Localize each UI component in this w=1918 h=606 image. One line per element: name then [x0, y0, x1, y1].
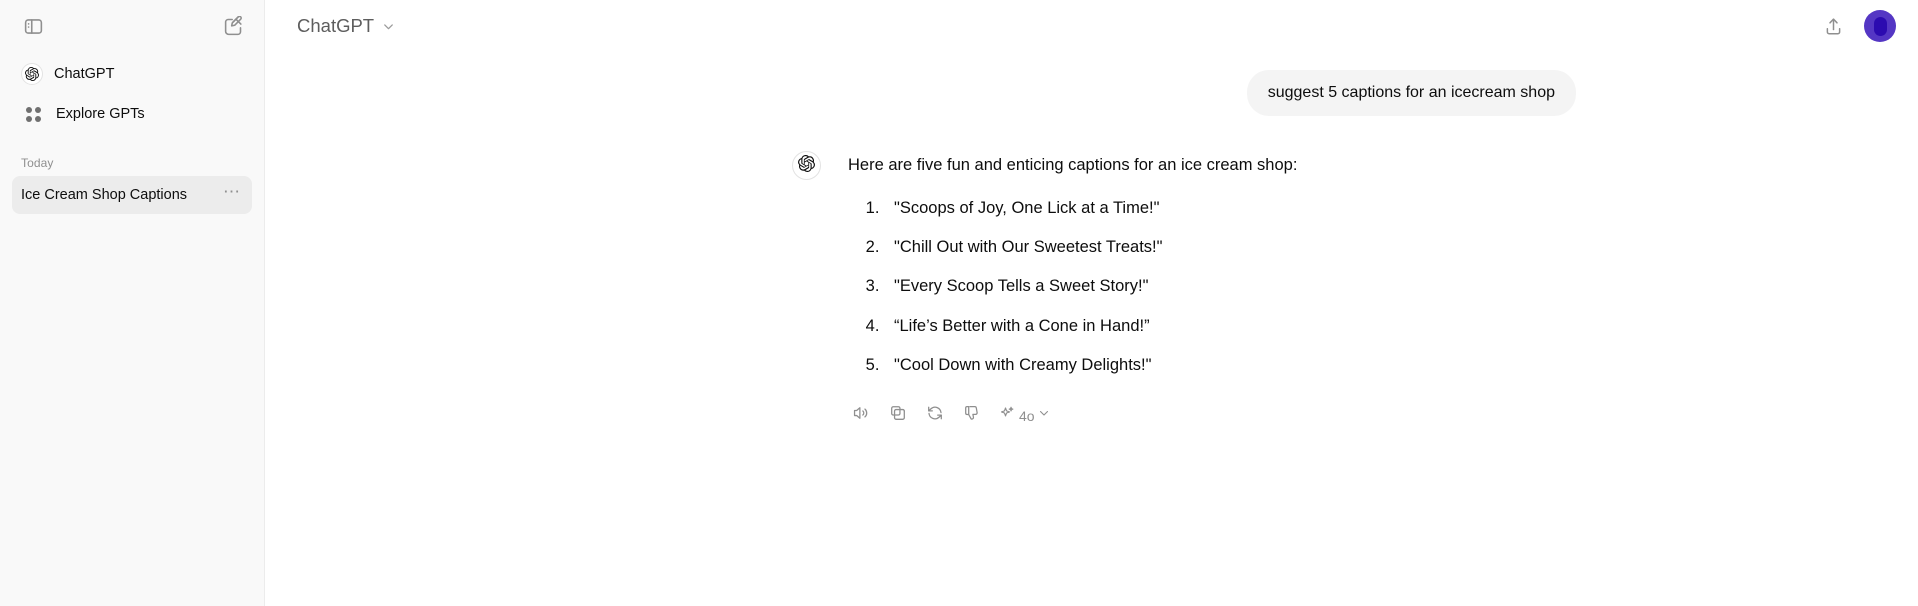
user-message-bubble: suggest 5 captions for an icecream shop: [1246, 70, 1576, 117]
ellipsis-icon[interactable]: ⋯: [220, 183, 244, 204]
assistant-message-body: Here are five fun and enticing captions …: [848, 151, 1297, 430]
openai-logo-icon: [798, 154, 815, 177]
sidebar-item-label: Explore GPTs: [56, 106, 145, 122]
conversation-list: Ice Cream Shop Captions ⋯: [0, 176, 264, 214]
sidebar-panel-icon: [23, 16, 44, 37]
openai-logo-icon: [21, 63, 43, 85]
share-button[interactable]: [1816, 9, 1850, 43]
sidebar-item-explore-gpts[interactable]: Explore GPTs: [12, 94, 252, 134]
sidebar-header: [0, 0, 264, 52]
list-item: "Every Scoop Tells a Sweet Story!": [884, 273, 1297, 299]
message-model-tag[interactable]: 4o: [994, 401, 1055, 431]
conversation-thread: suggest 5 captions for an icecream shop …: [265, 70, 1918, 431]
sidebar: ChatGPT Explore GPTs Today Ice Cream Sho…: [0, 0, 265, 606]
list-item: “Life’s Better with a Cone in Hand!”: [884, 313, 1297, 339]
assistant-message-row: Here are five fun and enticing captions …: [265, 151, 1918, 430]
conversation-title: Ice Cream Shop Captions: [21, 187, 188, 203]
assistant-intro-text: Here are five fun and enticing captions …: [848, 156, 1298, 175]
conversation-item-active[interactable]: Ice Cream Shop Captions ⋯: [12, 176, 252, 214]
chevron-down-icon: [381, 19, 396, 34]
chatgpt-app: ChatGPT Explore GPTs Today Ice Cream Sho…: [0, 0, 1918, 606]
bad-response-button[interactable]: [957, 401, 987, 431]
list-item: "Chill Out with Our Sweetest Treats!": [884, 234, 1297, 260]
new-chat-pencil-icon: [223, 15, 244, 37]
user-message-row: suggest 5 captions for an icecream shop: [265, 70, 1918, 117]
sidebar-item-label: ChatGPT: [54, 66, 115, 82]
list-item: "Cool Down with Creamy Delights!": [884, 352, 1297, 378]
avatar[interactable]: [1864, 10, 1896, 42]
grid-apps-icon: [21, 102, 45, 126]
assistant-avatar: [792, 151, 821, 181]
sidebar-nav: ChatGPT Explore GPTs: [0, 54, 264, 134]
chevron-down-icon: [1037, 406, 1051, 425]
main-panel: ChatGPT suggest 5 captions for an icecre…: [265, 0, 1918, 606]
copy-button[interactable]: [883, 401, 913, 431]
list-item: "Scoops of Joy, One Lick at a Time!": [884, 195, 1297, 221]
model-selector-button[interactable]: ChatGPT: [289, 10, 405, 42]
read-aloud-button[interactable]: [846, 401, 876, 431]
refresh-icon: [926, 404, 944, 427]
avatar-initial-shape: [1873, 16, 1887, 36]
copy-icon: [889, 404, 907, 427]
speaker-icon: [852, 404, 870, 427]
thumbs-down-icon: [963, 404, 981, 427]
new-chat-button[interactable]: [216, 9, 250, 43]
topbar-actions: [1816, 9, 1896, 43]
sidebar-item-chatgpt[interactable]: ChatGPT: [12, 54, 252, 94]
sparkle-icon: [999, 405, 1016, 427]
sidebar-section-label: Today: [21, 156, 54, 170]
caption-list: "Scoops of Joy, One Lick at a Time!" "Ch…: [848, 195, 1297, 379]
message-action-toolbar: 4o: [846, 401, 1297, 431]
topbar: ChatGPT: [265, 0, 1918, 52]
model-tag-label: 4o: [1019, 407, 1035, 424]
sidebar-toggle-button[interactable]: [16, 9, 50, 43]
regenerate-button[interactable]: [920, 401, 950, 431]
model-name-label: ChatGPT: [297, 15, 375, 36]
share-upload-icon: [1823, 16, 1844, 37]
